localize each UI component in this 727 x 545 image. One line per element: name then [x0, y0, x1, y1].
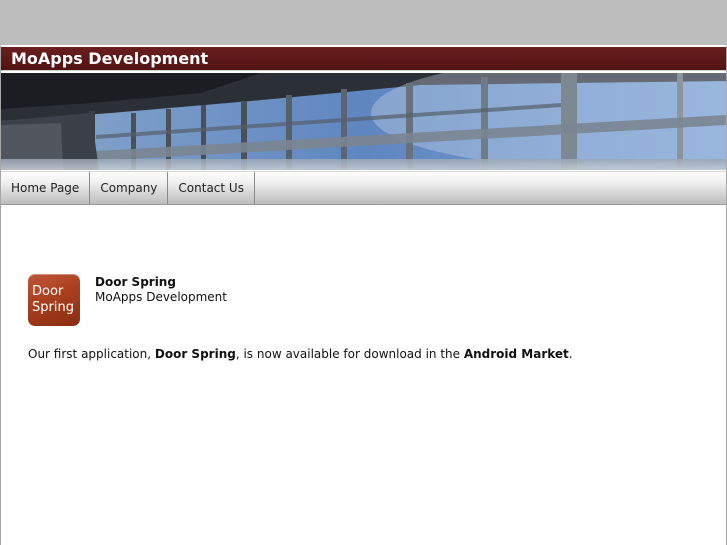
nav-company[interactable]: Company [90, 172, 169, 204]
app-name: Door Spring [95, 275, 176, 289]
announcement-store: Android Market [463, 347, 569, 361]
nav-home-page[interactable]: Home Page [1, 172, 91, 204]
announcement-text: Our first application, Door Spring, is n… [28, 347, 573, 361]
app-icon-text-line1: Door [32, 284, 64, 299]
page-container: MoApps Development Home Page Company Con… [0, 45, 727, 545]
site-title: MoApps Development [1, 47, 726, 71]
door-spring-app-icon[interactable]: Door Spring [28, 274, 80, 326]
announcement-app-name: Door Spring [154, 347, 236, 361]
app-developer: MoApps Development [95, 290, 227, 304]
header-banner-image [1, 73, 726, 170]
nav-contact-us[interactable]: Contact Us [168, 172, 255, 204]
main-navigation: Home Page Company Contact Us [1, 171, 726, 205]
announcement-suffix: . [568, 347, 573, 361]
app-icon-text-line2: Spring [32, 300, 74, 315]
announcement-prefix: Our first application, [28, 347, 155, 361]
announcement-middle: , is now available for download in the [235, 347, 464, 361]
